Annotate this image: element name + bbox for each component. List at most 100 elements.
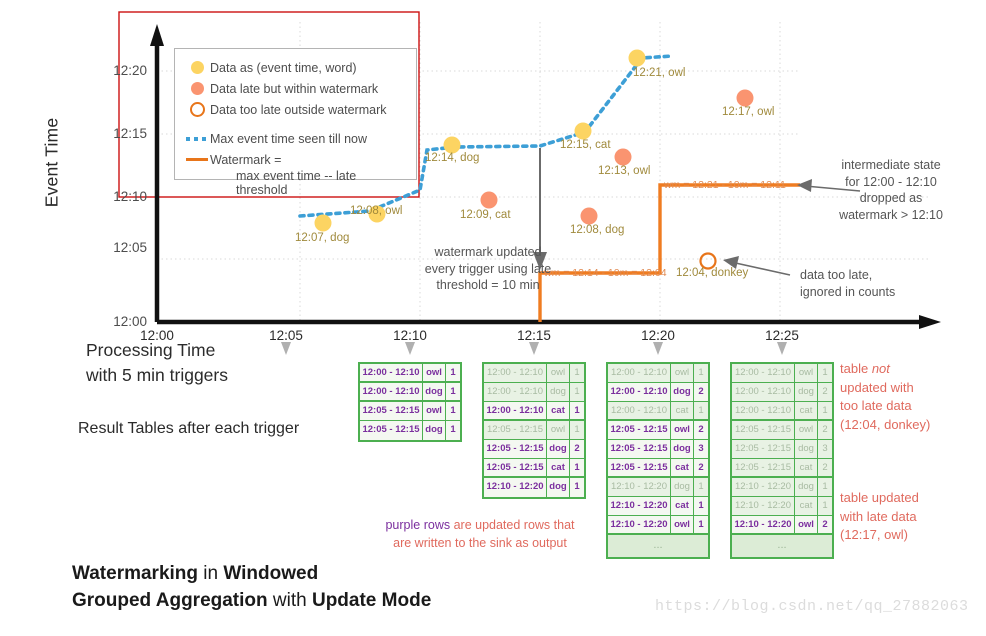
- watermark-updated-line2: every trigger using late: [424, 261, 552, 276]
- cell-window: 12:00 - 12:10: [360, 383, 423, 400]
- cell-count: 1: [574, 462, 580, 473]
- cell-count: 2: [822, 462, 828, 473]
- intermediate-line3: dropped as: [859, 191, 923, 205]
- x-axis: [157, 315, 941, 329]
- cell-window: 12:00 - 12:10: [732, 383, 795, 401]
- cell-window: 12:05 - 12:15: [608, 459, 671, 476]
- y-axis-title: Event Time: [41, 117, 62, 208]
- cell-count: 1: [574, 367, 580, 378]
- cell-window: 12:00 - 12:10: [608, 383, 671, 401]
- cell-window: 12:05 - 12:15: [484, 440, 547, 458]
- cell-count: 2: [698, 424, 704, 435]
- cell-word: dog: [547, 440, 570, 458]
- cell-window: 12:10 - 12:20: [732, 497, 795, 515]
- purple-rows-note-line2: are written to the sink as output: [393, 536, 567, 550]
- watermark-label-second: wm = 12:21 - 10m = 12:11: [664, 179, 786, 191]
- table-row: 12:00 - 12:10 dog 2: [732, 383, 832, 402]
- y-tick-1220: 12:20: [113, 63, 147, 78]
- point-label-1209-cat: 12:09, cat: [460, 209, 511, 221]
- cell-count: 1: [574, 481, 580, 492]
- cell-count: 1: [450, 405, 456, 416]
- table-not-updated-line1: table not: [840, 361, 890, 376]
- cell-word: cat: [795, 459, 818, 476]
- cell-count: 2: [698, 462, 704, 473]
- table-row: 12:10 - 12:20 owl 1: [608, 516, 708, 535]
- table-row: 12:05 - 12:15 dog 3: [608, 440, 708, 459]
- point-label-1208-owl: 12:08, owl: [350, 205, 403, 217]
- table-row: 12:10 - 12:20 cat 1: [732, 497, 832, 516]
- cell-count: 3: [822, 443, 828, 454]
- cell-word: dog: [795, 440, 818, 458]
- too-late-line2: ignored in counts: [800, 284, 896, 299]
- table-row: ...: [732, 535, 832, 557]
- table-row-ellipsis: ...: [777, 539, 787, 551]
- point-label-1207-dog: 12:07, dog: [295, 232, 350, 244]
- cell-window: 12:05 - 12:15: [484, 421, 547, 439]
- cell-window: 12:05 - 12:15: [484, 459, 547, 476]
- point-label-1221-owl: 12:21, owl: [633, 67, 686, 79]
- intermediate-state-note: intermediate state for 12:00 - 12:10 dro…: [806, 157, 976, 223]
- table-row: 12:00 - 12:10 cat 1: [608, 402, 708, 421]
- purple-rows-note: purple rows are updated rows that are wr…: [340, 516, 620, 552]
- cell-count: 1: [450, 386, 456, 397]
- x-axis-title-line2: with 5 min triggers: [86, 365, 228, 385]
- cell-count: 2: [822, 424, 828, 435]
- result-table-trigger-1215: 12:00 - 12:10 owl 1 12:00 - 12:10 dog 1 12:00 …: [482, 362, 586, 499]
- cell-word: owl: [671, 421, 694, 439]
- cell-count: 2: [698, 386, 704, 397]
- table-row: 12:10 - 12:20 dog 1: [732, 478, 832, 497]
- cell-window: 12:00 - 12:10: [608, 402, 671, 419]
- cell-window: 12:05 - 12:15: [732, 459, 795, 476]
- point-1214-dog: [443, 136, 461, 154]
- chart-legend: Data as (event time, word) Data late but…: [174, 48, 417, 197]
- title-in: in: [198, 563, 224, 584]
- y-tick-1200: 12:00: [113, 314, 147, 329]
- table-row: 12:00 - 12:10 owl 1: [608, 364, 708, 383]
- cell-count: 1: [822, 405, 828, 416]
- cell-count: 1: [574, 405, 580, 416]
- table-row: 12:00 - 12:10 dog 1: [484, 383, 584, 402]
- title-watermarking: Watermarking: [72, 563, 198, 584]
- table-not-updated-line4: (12:04, donkey): [840, 416, 931, 432]
- result-table-trigger-1210: 12:00 - 12:10 owl 1 12:00 - 12:10 dog 1 12:05 …: [358, 362, 462, 442]
- cell-word: cat: [671, 497, 694, 515]
- cell-word: cat: [671, 459, 694, 476]
- point-label-1208-dog: 12:08, dog: [570, 224, 625, 236]
- table-not-updated-line2: updated with: [840, 379, 914, 395]
- cell-word: dog: [423, 421, 446, 440]
- cell-word: dog: [547, 383, 570, 401]
- blue-dashed-line-icon: [184, 136, 210, 141]
- x-tick-1225: 12:25: [765, 328, 799, 343]
- point-1221-owl: [628, 49, 646, 67]
- intermediate-line2: for 12:00 - 12:10: [845, 174, 937, 189]
- page-title-line1: Watermarking in Windowed: [72, 560, 431, 587]
- watermark-updated-note: watermark updated every trigger using la…: [398, 244, 578, 294]
- legend-label-0: Data as (event time, word): [210, 60, 357, 75]
- table-row: 12:05 - 12:15 cat 2: [732, 459, 832, 478]
- cell-window: 12:05 - 12:15: [608, 421, 671, 439]
- cell-count: 1: [698, 367, 704, 378]
- title-with: with: [267, 590, 312, 611]
- x-tick-1215: 12:15: [517, 328, 551, 343]
- cell-window: 12:10 - 12:20: [608, 478, 671, 496]
- orange-line-icon: [184, 158, 210, 161]
- table-row: 12:10 - 12:20 dog 1: [484, 478, 584, 497]
- cell-count: 2: [822, 386, 828, 397]
- table-not-updated-note: table not updated with too late data (12…: [840, 360, 930, 434]
- legend-label-2: Data too late outside watermark: [210, 102, 387, 117]
- legend-item-watermark: Watermark =: [184, 149, 407, 170]
- salmon-dot-icon: [184, 82, 210, 95]
- cell-word: owl: [795, 516, 818, 533]
- source-url-watermark: https://blog.csdn.net/qq_27882063: [655, 598, 969, 615]
- table-row: 12:00 - 12:10 cat 1: [484, 402, 584, 421]
- cell-word: cat: [671, 402, 694, 419]
- legend-label-4: Watermark =: [210, 152, 282, 167]
- cell-window: 12:10 - 12:20: [732, 478, 795, 496]
- cell-window: 12:05 - 12:15: [360, 402, 423, 420]
- result-tables-label: Result Tables after each trigger: [78, 420, 300, 437]
- cell-window: 12:00 - 12:10: [484, 383, 547, 401]
- point-1208-dog: [580, 207, 598, 225]
- intermediate-line1: intermediate state: [841, 158, 941, 172]
- table-row: 12:00 - 12:10 owl 1: [732, 364, 832, 383]
- y-tick-1210: 12:10: [113, 189, 147, 204]
